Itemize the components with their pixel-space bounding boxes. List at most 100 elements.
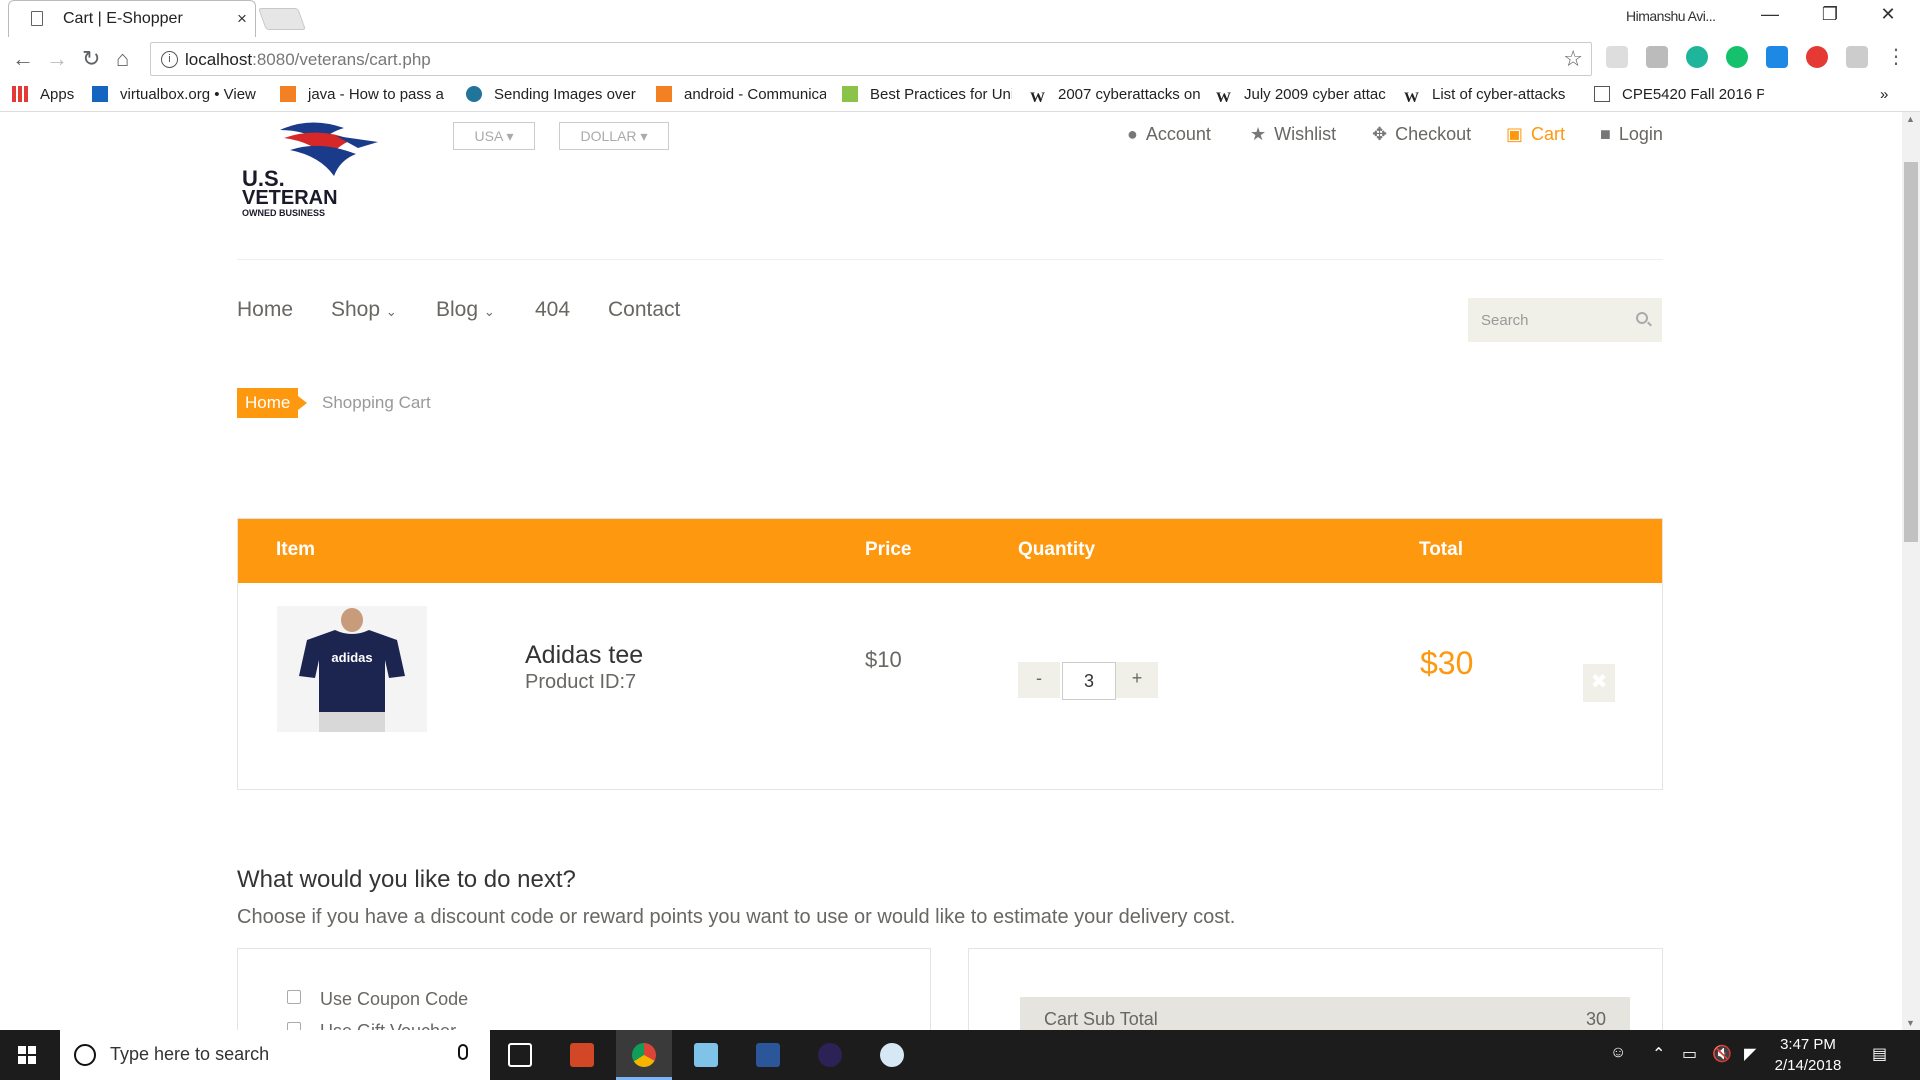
subtotal-row: Cart Sub Total 30: [1020, 997, 1630, 1030]
reload-icon[interactable]: ↻: [82, 46, 100, 72]
cart-link[interactable]: ▣ Cart: [1506, 124, 1565, 145]
bookmark-label: Sending Images over: [494, 86, 636, 103]
lock-icon: ■: [1600, 124, 1611, 144]
bookmark-item[interactable]: java - How to pass a: [280, 86, 450, 103]
bookmark-item[interactable]: CPE5420 Fall 2016 Pa: [1594, 86, 1764, 103]
quantity-increase-button[interactable]: +: [1116, 662, 1158, 698]
forward-icon[interactable]: →: [46, 46, 68, 72]
extension-icon[interactable]: [1646, 46, 1668, 68]
chrome-icon[interactable]: [616, 1030, 672, 1080]
bookmark-item[interactable]: virtualbox.org • View: [92, 86, 260, 103]
bookmarks-overflow-button[interactable]: »: [1880, 86, 1888, 103]
page-scrollbar[interactable]: ▲ ▼: [1902, 112, 1920, 1030]
opera-icon[interactable]: [1806, 46, 1828, 68]
profile-name[interactable]: Himanshu Avi...: [1626, 8, 1716, 24]
wifi-icon[interactable]: ◤: [1744, 1044, 1756, 1064]
quantity-input[interactable]: 3: [1062, 662, 1116, 700]
nav-404[interactable]: 404: [535, 298, 570, 322]
extension-icon[interactable]: [1606, 46, 1628, 68]
checkout-link[interactable]: ✥ Checkout: [1372, 124, 1471, 145]
scroll-down-icon[interactable]: ▼: [1906, 1018, 1915, 1028]
extension-icon[interactable]: [1846, 46, 1868, 68]
volume-muted-icon[interactable]: 🔇: [1712, 1044, 1732, 1064]
url-text: localhost:8080/veterans/cart.php: [185, 50, 431, 70]
currency-dropdown[interactable]: DOLLAR ▾: [559, 122, 669, 150]
coupon-checkbox[interactable]: [287, 990, 301, 1004]
wikipedia-icon: W: [1404, 90, 1419, 106]
bookmark-star-icon[interactable]: ☆: [1563, 46, 1583, 72]
chevron-up-icon[interactable]: ⌃: [1652, 1044, 1665, 1064]
bookmark-item[interactable]: android - Communica: [656, 86, 826, 103]
bookmarks-bar: Apps virtualbox.org • View java - How to…: [0, 80, 1920, 112]
powerpoint-icon[interactable]: [554, 1030, 610, 1080]
chevron-down-icon: ⌄: [483, 304, 495, 319]
search-box: [1468, 298, 1662, 342]
delete-item-button[interactable]: ✖: [1583, 664, 1615, 702]
tab-close-button[interactable]: ×: [237, 9, 247, 29]
bookmark-item[interactable]: W July 2009 cyber attac: [1216, 86, 1388, 106]
search-icon[interactable]: [1636, 312, 1648, 324]
close-window-icon[interactable]: ✕: [1868, 4, 1908, 32]
nav-home[interactable]: Home: [237, 298, 293, 322]
system-clock[interactable]: 3:47 PM 2/14/2018: [1760, 1034, 1856, 1076]
quantity-decrease-button[interactable]: -: [1018, 662, 1060, 698]
notifications-icon[interactable]: ▤: [1872, 1044, 1887, 1064]
minimize-icon[interactable]: —: [1750, 4, 1790, 32]
line-total: $30: [1420, 645, 1474, 681]
paint-icon[interactable]: [864, 1030, 920, 1080]
task-view-icon[interactable]: [492, 1030, 548, 1080]
browser-tab[interactable]: Cart | E-Shopper ×: [8, 0, 256, 37]
nav-contact[interactable]: Contact: [608, 298, 680, 322]
restore-icon[interactable]: ❐: [1810, 4, 1850, 32]
menu-icon[interactable]: ⋮: [1886, 44, 1906, 69]
login-link[interactable]: ■ Login: [1600, 124, 1663, 145]
nav-blog-label: Blog: [436, 298, 479, 321]
browser-tab-bar: Cart | E-Shopper × Himanshu Avi... — ❐ ✕: [0, 0, 1920, 38]
breadcrumb-home[interactable]: Home: [237, 388, 308, 418]
taskbar-search[interactable]: Type here to search: [60, 1030, 490, 1080]
login-label: Login: [1618, 124, 1663, 144]
clock-time: 3:47 PM: [1780, 1036, 1836, 1053]
gift-voucher-checkbox[interactable]: [287, 1022, 301, 1030]
stackoverflow-icon: [656, 86, 672, 102]
download-icon[interactable]: [1766, 46, 1788, 68]
product-image[interactable]: adidas: [277, 606, 427, 732]
extension-icon[interactable]: [1686, 46, 1708, 68]
crosshairs-icon: ✥: [1372, 124, 1388, 144]
bookmark-label: CPE5420 Fall 2016 Pa: [1622, 86, 1764, 103]
search-input[interactable]: [1468, 298, 1662, 342]
logo[interactable]: U.S. VETERAN OWNED BUSINESS: [240, 116, 390, 226]
account-link[interactable]: ● Account: [1127, 124, 1211, 145]
product-price: $10: [865, 647, 902, 672]
nav-blog[interactable]: Blog ⌄: [436, 298, 495, 322]
info-icon[interactable]: i: [161, 51, 178, 68]
microphone-icon[interactable]: [458, 1044, 468, 1060]
scroll-thumb[interactable]: [1904, 162, 1918, 542]
windows-taskbar: Type here to search ☺ ⌃ ▭ 🔇 ◤ 3:47 PM 2/…: [0, 1030, 1920, 1080]
shirt-print: adidas: [331, 650, 372, 665]
battery-icon[interactable]: ▭: [1682, 1044, 1697, 1064]
new-tab-button[interactable]: [257, 8, 307, 30]
nav-shop[interactable]: Shop ⌄: [331, 298, 397, 322]
eclipse-icon[interactable]: [802, 1030, 858, 1080]
word-icon[interactable]: [740, 1030, 796, 1080]
grammarly-icon[interactable]: [1726, 46, 1748, 68]
country-dropdown[interactable]: USA ▾: [453, 122, 535, 150]
product-name[interactable]: Adidas tee: [525, 641, 643, 670]
bookmark-item[interactable]: Best Practices for Uni: [842, 86, 1012, 103]
wikipedia-icon: W: [1030, 90, 1045, 106]
bookmark-apps[interactable]: Apps: [12, 86, 74, 103]
address-bar[interactable]: i localhost:8080/veterans/cart.php ☆: [150, 42, 1592, 76]
bookmark-item[interactable]: W 2007 cyberattacks on: [1030, 86, 1200, 106]
wishlist-label: Wishlist: [1274, 124, 1337, 144]
people-icon[interactable]: ☺: [1610, 1044, 1626, 1062]
product-id: Product ID:7: [525, 671, 637, 693]
bookmark-item[interactable]: Sending Images over: [466, 86, 636, 103]
back-icon[interactable]: ←: [12, 46, 34, 72]
notepad-icon[interactable]: [678, 1030, 734, 1080]
currency-value: DOLLAR: [580, 128, 637, 144]
home-icon[interactable]: ⌂: [116, 46, 129, 72]
wishlist-link[interactable]: ★ Wishlist: [1250, 124, 1336, 145]
scroll-up-icon[interactable]: ▲: [1906, 114, 1915, 124]
bookmark-item[interactable]: W List of cyber-attacks: [1404, 86, 1574, 106]
